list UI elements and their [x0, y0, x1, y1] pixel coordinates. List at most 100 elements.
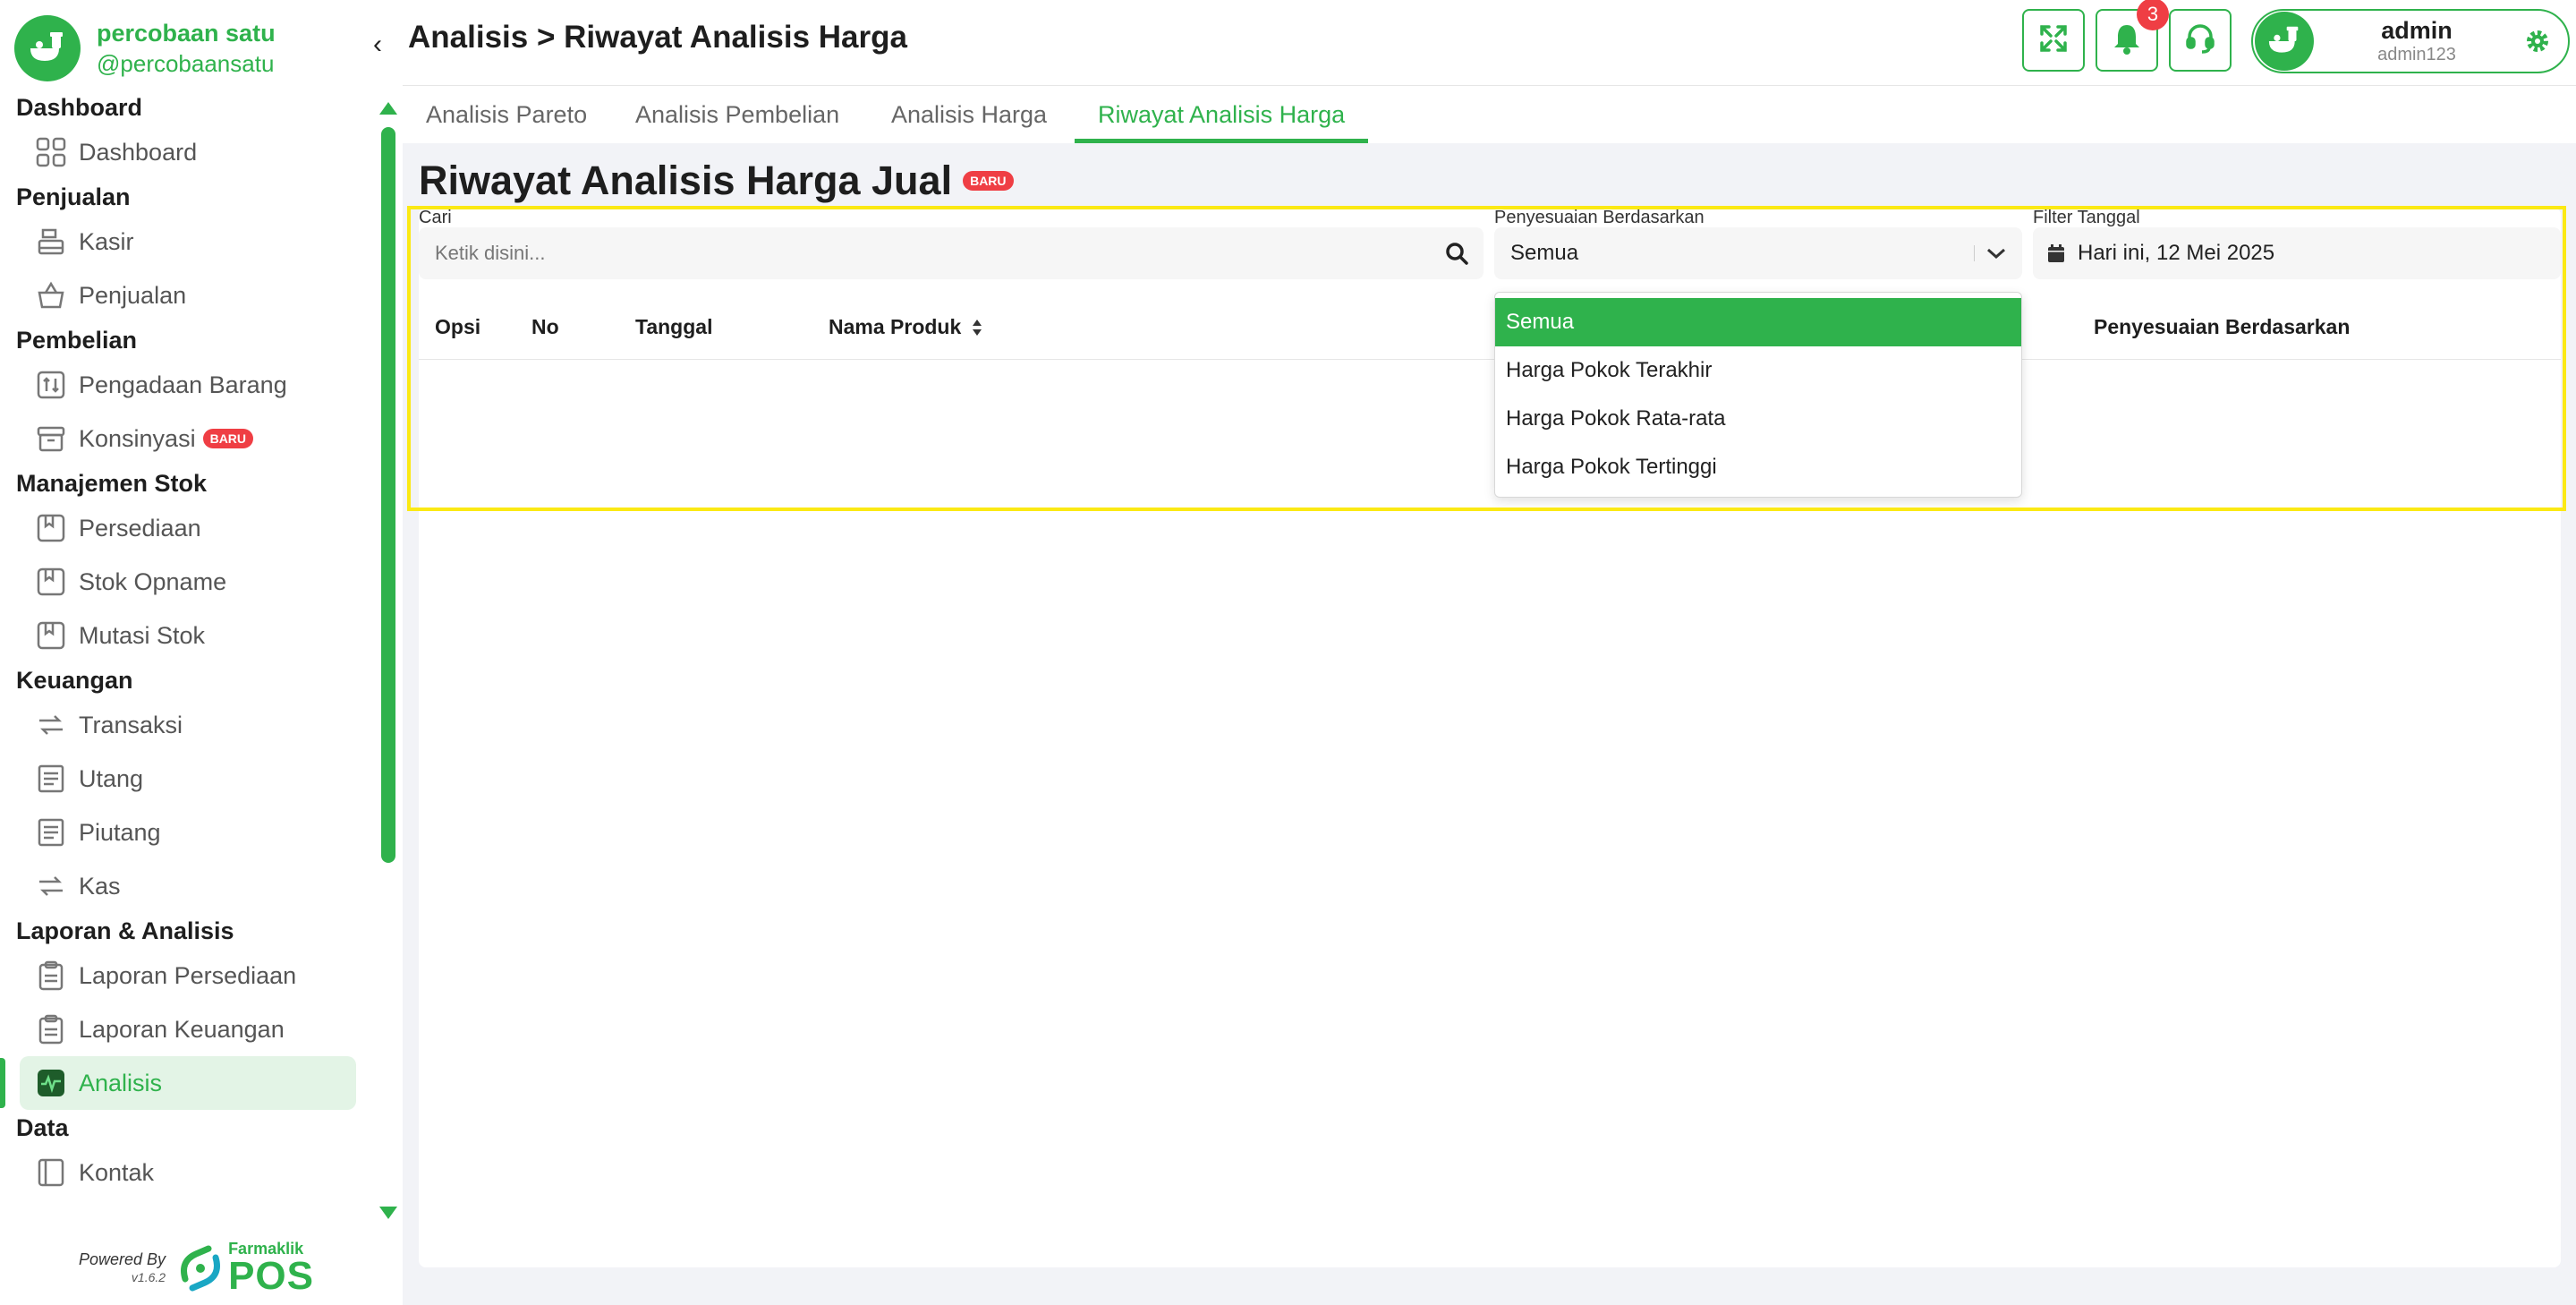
sidebar-item-transaksi[interactable]: Transaksi — [0, 698, 376, 752]
dropdown-option-harga-pokok-tertinggi[interactable]: Harga Pokok Tertinggi — [1495, 443, 2021, 491]
column-header-no: No — [531, 315, 559, 338]
notification-count-badge: 3 — [2137, 0, 2169, 30]
sidebar-item-label: Dashboard — [79, 138, 198, 166]
column-header-label: Nama Produk — [829, 315, 962, 338]
store-name: percobaan satu — [97, 20, 276, 47]
sidebar-scrollbar[interactable] — [379, 93, 397, 1221]
sidebar-item-persediaan[interactable]: Persediaan — [0, 501, 376, 555]
user-menu[interactable]: admin admin123 — [2251, 9, 2570, 73]
active-indicator — [0, 1058, 5, 1108]
sidebar-item-label: Analisis — [79, 1069, 163, 1096]
column-header-tanggal: Tanggal — [635, 315, 713, 338]
sidebar-item-label: Transaksi — [79, 711, 183, 738]
fullscreen-button[interactable] — [2022, 9, 2085, 72]
sidebar-item-label: Pengadaan Barang — [79, 371, 287, 398]
bookmark-box-icon — [36, 567, 66, 597]
tab-analisis-pareto[interactable]: Analisis Pareto — [403, 97, 610, 143]
grid-icon — [36, 137, 66, 167]
breadcrumb: Analisis > Riwayat Analisis Harga — [408, 20, 907, 55]
sidebar-item-label: Kasir — [79, 227, 134, 255]
sidebar-item-label: Penjualan — [79, 281, 187, 309]
page-title-wrap: Riwayat Analisis Harga Jual BARU — [419, 158, 1014, 204]
column-header-penyesuaian: Penyesuaian Berdasarkan — [2094, 315, 2351, 338]
new-badge: BARU — [202, 429, 254, 448]
chevron-left-icon: ‹ — [373, 30, 382, 59]
contact-book-icon — [36, 1157, 66, 1188]
sidebar-item-penjualan[interactable]: Penjualan — [0, 269, 376, 322]
bookmark-box-icon — [36, 620, 66, 651]
search-input[interactable] — [435, 242, 1430, 265]
gear-icon[interactable] — [2520, 29, 2555, 54]
table-header: Opsi No Tanggal Nama Produk Penyesuaian … — [419, 295, 2561, 360]
cash-register-icon — [36, 226, 66, 257]
date-filter-value: Hari ini, 12 Mei 2025 — [2078, 241, 2275, 265]
sidebar-nav: Dashboard Dashboard Penjualan Kasir Penj… — [0, 90, 376, 1226]
tab-analisis-harga[interactable]: Analisis Harga — [868, 97, 1070, 143]
collapse-sidebar-button[interactable]: ‹ — [361, 27, 394, 63]
search-icon[interactable] — [1430, 241, 1484, 266]
exchange-icon — [36, 871, 66, 901]
receipt-icon — [36, 763, 66, 794]
dropdown-option-semua[interactable]: Semua — [1495, 298, 2021, 346]
sidebar-item-utang[interactable]: Utang — [0, 752, 376, 806]
column-header-opsi: Opsi — [435, 315, 481, 338]
notification-button[interactable]: 3 — [2096, 0, 2169, 72]
top-header: Analisis > Riwayat Analisis Harga 3 admi… — [403, 0, 2576, 86]
scrollbar-thumb[interactable] — [381, 127, 395, 863]
store-handle: @percobaansatu — [97, 50, 275, 77]
scroll-up-arrow-icon[interactable] — [379, 102, 397, 115]
sidebar-item-laporan-keuangan[interactable]: Laporan Keuangan — [0, 1002, 376, 1056]
brand: percobaan satu @percobaansatu — [14, 13, 276, 84]
nav-section-title: Dashboard — [16, 94, 143, 121]
headset-icon — [2184, 22, 2216, 59]
sidebar-item-label: Kas — [79, 872, 121, 900]
sidebar-item-label: Konsinyasi — [79, 424, 196, 452]
nav-section-title: Laporan & Analisis — [16, 917, 234, 944]
dropdown-option-harga-pokok-terakhir[interactable]: Harga Pokok Terakhir — [1495, 346, 2021, 395]
sidebar-item-pengadaan-barang[interactable]: Pengadaan Barang — [0, 358, 376, 412]
sidebar-item-stok-opname[interactable]: Stok Opname — [0, 555, 376, 609]
sidebar-item-label: Laporan Keuangan — [79, 1015, 285, 1043]
transfer-box-icon — [36, 370, 66, 400]
select-divider — [1974, 245, 1975, 261]
chevron-down-icon[interactable] — [1983, 240, 2010, 267]
tab-analisis-pembelian[interactable]: Analisis Pembelian — [612, 97, 863, 143]
clipboard-icon — [36, 960, 66, 991]
column-header-nama-produk[interactable]: Nama Produk — [829, 315, 982, 339]
powered-by-text: Powered By — [79, 1250, 166, 1268]
sidebar-item-dashboard[interactable]: Dashboard — [0, 125, 376, 179]
scroll-down-arrow-icon[interactable] — [379, 1207, 397, 1219]
sidebar-item-label: Kontak — [79, 1158, 155, 1186]
adjustment-select[interactable]: Semua — [1494, 227, 2022, 279]
sidebar-item-konsinyasi[interactable]: Konsinyasi BARU — [0, 412, 376, 465]
sidebar-item-laporan-persediaan[interactable]: Laporan Persediaan — [0, 949, 376, 1002]
sidebar-item-label: Persediaan — [79, 514, 201, 542]
date-filter[interactable]: Hari ini, 12 Mei 2025 — [2033, 227, 2561, 279]
date-filter-label: Filter Tanggal — [2033, 208, 2140, 227]
sidebar-item-kasir[interactable]: Kasir — [0, 215, 376, 269]
analysis-tabs: Analisis Pareto Analisis Pembelian Anali… — [403, 86, 2576, 143]
sidebar-item-piutang[interactable]: Piutang — [0, 806, 376, 859]
nav-section-title: Data — [16, 1114, 69, 1141]
sidebar-item-kontak[interactable]: Kontak — [0, 1146, 376, 1199]
adjustment-filter-label: Penyesuaian Berdasarkan — [1494, 208, 1705, 227]
sort-icon[interactable] — [972, 319, 982, 337]
bell-icon — [2112, 22, 2142, 59]
app-version: v1.6.2 — [131, 1270, 166, 1284]
sidebar-item-label: Stok Opname — [79, 567, 227, 595]
sidebar-item-kas[interactable]: Kas — [0, 859, 376, 913]
nav-section-title: Keuangan — [16, 667, 133, 694]
sidebar-item-label: Laporan Persediaan — [79, 961, 297, 989]
sidebar-item-label: Piutang — [79, 818, 161, 846]
tab-riwayat-analisis-harga[interactable]: Riwayat Analisis Harga — [1075, 97, 1369, 143]
support-button[interactable] — [2169, 9, 2232, 72]
farmaklik-pos-logo: Farmaklik POS — [178, 1241, 314, 1296]
sidebar-item-analisis[interactable]: Analisis — [20, 1056, 356, 1110]
bookmark-box-icon — [36, 513, 66, 543]
archive-icon — [36, 423, 66, 454]
nav-section-title: Manajemen Stok — [16, 470, 208, 497]
dropdown-option-harga-pokok-rata-rata[interactable]: Harga Pokok Rata-rata — [1495, 395, 2021, 443]
expand-icon — [2038, 23, 2069, 58]
user-name: admin — [2381, 17, 2453, 45]
sidebar-item-mutasi-stok[interactable]: Mutasi Stok — [0, 609, 376, 662]
